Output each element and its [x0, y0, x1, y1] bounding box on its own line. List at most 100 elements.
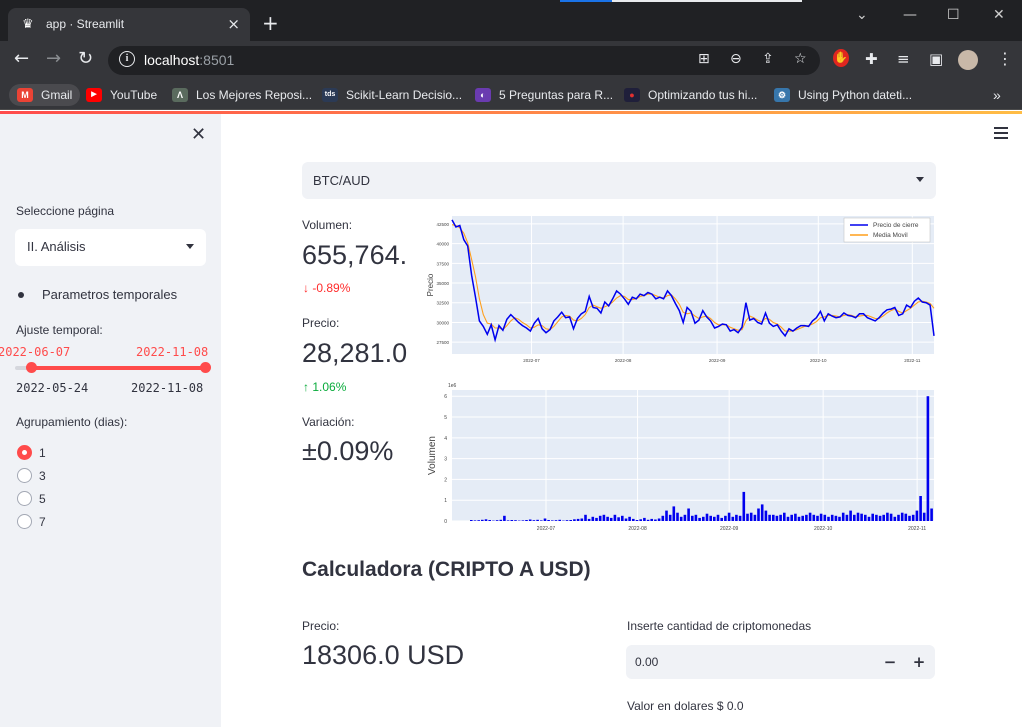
volume-bar — [897, 514, 900, 521]
share-icon[interactable]: ⇪ — [762, 51, 774, 67]
browser-tab-active[interactable]: ♛ app · Streamlit × — [8, 8, 250, 41]
reload-icon[interactable]: ↻ — [78, 49, 93, 69]
slider-thumb-high[interactable] — [200, 362, 211, 373]
volume-bar — [805, 514, 808, 521]
arrow-up-icon: ↑ — [303, 380, 313, 394]
address-bar[interactable]: i localhost:8501 ⊞ ⊖ ⇪ ☆ — [108, 46, 820, 75]
sidebar-close-icon[interactable]: ✕ — [191, 124, 206, 145]
bookmark-python[interactable]: ⚙ Using Python dateti... — [774, 84, 912, 106]
volume-bar — [871, 513, 874, 521]
bookmark-star-icon[interactable]: ☆ — [794, 51, 807, 67]
streamlit-crown-icon: ♛ — [22, 17, 34, 32]
dot-icon: ● — [624, 88, 640, 102]
bookmarks-overflow-icon[interactable]: » — [993, 84, 1001, 106]
y-tick-label: 6 — [444, 394, 447, 400]
volume-bar — [602, 514, 606, 521]
forward-arrow-icon[interactable]: → — [46, 49, 61, 69]
quantity-stepper: − + — [626, 645, 935, 679]
volume-bar — [738, 515, 742, 521]
volume-bar — [624, 518, 628, 521]
bookmark-label: 5 Preguntas para R... — [499, 88, 614, 102]
new-tab-plus-icon[interactable]: + — [262, 13, 279, 33]
bookmark-optimizando[interactable]: ● Optimizando tus hi... — [624, 84, 757, 106]
bookmark-repos[interactable]: Λ Los Mejores Reposi... — [172, 84, 312, 106]
radio-option-5[interactable] — [17, 491, 32, 506]
volume-bar — [757, 508, 760, 521]
radio-option-3[interactable] — [17, 468, 32, 483]
volume-bar — [749, 512, 753, 521]
volume-bar — [547, 520, 550, 521]
increment-button[interactable]: + — [907, 651, 931, 673]
slider-label: Ajuste temporal: — [16, 323, 103, 337]
volume-bar — [856, 512, 860, 521]
x-tick-label: 2022-11 — [908, 526, 926, 532]
volume-bar — [742, 491, 746, 521]
y-multiplier-label: 1e6 — [448, 383, 457, 389]
side-panel-icon[interactable]: ▣ — [929, 49, 943, 69]
main-menu-icon[interactable] — [994, 127, 1008, 142]
volume-bar — [724, 515, 727, 521]
volume-bar — [889, 513, 893, 521]
crypto-pair-select[interactable]: BTC/AUD — [302, 162, 936, 199]
volume-bar — [536, 519, 539, 521]
bookmark-label: Optimizando tus hi... — [648, 88, 758, 102]
usd-result: Valor en dolares $ 0.0 — [627, 699, 744, 713]
volume-bar — [845, 514, 849, 521]
price-chart[interactable]: 27500 30000 32500 35000 37500 40000 42500 2022-… — [426, 212, 936, 372]
slider-fill — [31, 366, 206, 370]
tab-search-chevron-icon[interactable]: ⌄ — [856, 7, 868, 23]
volume-bar — [753, 514, 757, 521]
extension-hand-icon[interactable]: ✋ — [833, 49, 849, 67]
volume-bar — [694, 514, 698, 521]
x-tick-label: 2022-08 — [615, 358, 632, 363]
bookmark-preguntas[interactable]: ◐ 5 Preguntas para R... — [475, 84, 613, 106]
volume-bar — [838, 516, 841, 521]
site-info-icon[interactable]: i — [119, 51, 135, 67]
y-tick-label: 5 — [444, 415, 447, 421]
x-tick-label: 2022-11 — [904, 358, 921, 363]
volume-bar — [510, 520, 514, 521]
volume-bar — [665, 510, 668, 521]
translate-icon[interactable]: ⊞ — [698, 51, 710, 67]
back-arrow-icon[interactable]: ← — [14, 49, 29, 69]
volume-bar — [495, 520, 499, 521]
minimize-icon[interactable]: — — [903, 7, 917, 23]
browser-menu-icon[interactable]: ⋮ — [997, 49, 1013, 69]
volume-bar — [779, 514, 782, 521]
y-tick-label: 30000 — [436, 320, 449, 325]
volume-delta: ↓ -0.89% — [303, 281, 350, 295]
volume-bar — [576, 518, 580, 521]
volume-bar — [569, 520, 572, 521]
volume-bar — [565, 520, 569, 521]
volume-bar — [716, 514, 720, 521]
radio-option-7[interactable] — [17, 514, 32, 529]
media-queue-icon[interactable]: ≡ — [897, 49, 910, 69]
volume-chart[interactable]: 0 1 2 3 4 5 6 1e6 2022-07 2022-08 2022-09 2022-10 20… — [426, 380, 936, 540]
y-tick-label: 37500 — [436, 261, 449, 266]
url-port: :8501 — [199, 52, 235, 68]
quantity-input[interactable] — [626, 645, 866, 679]
volume-bar — [720, 517, 723, 521]
bookmark-label: Los Mejores Reposi... — [196, 88, 313, 102]
volume-bar — [628, 516, 631, 521]
page-select[interactable]: II. Análisis — [15, 229, 206, 266]
bookmark-gmail[interactable]: M Gmail — [9, 84, 81, 106]
radio-option-1[interactable] — [17, 445, 32, 460]
extensions-puzzle-icon[interactable]: ✚ — [865, 49, 878, 69]
bookmark-youtube[interactable]: ▶ YouTube — [86, 84, 157, 106]
slider-thumb-low[interactable] — [26, 362, 37, 373]
zoom-out-icon[interactable]: ⊖ — [730, 51, 742, 67]
price-delta: ↑ 1.06% — [303, 380, 346, 394]
close-window-icon[interactable]: ✕ — [993, 7, 1005, 23]
profile-avatar[interactable] — [958, 50, 978, 70]
maximize-icon[interactable]: ☐ — [947, 7, 960, 23]
volume-bar — [808, 512, 812, 521]
volume-bar — [657, 518, 661, 521]
volume-bar — [794, 513, 797, 521]
bookmark-scikit[interactable]: tds Scikit-Learn Decisio... — [322, 84, 462, 106]
browser-toolbar: ← → ↻ i localhost:8501 ⊞ ⊖ ⇪ ☆ ✋ ✚ ≡ ▣ ⋮ — [0, 41, 1022, 79]
volume-bar — [543, 518, 547, 521]
volume-bar — [731, 516, 735, 521]
decrement-button[interactable]: − — [878, 651, 902, 673]
tab-close-icon[interactable]: × — [227, 15, 240, 33]
